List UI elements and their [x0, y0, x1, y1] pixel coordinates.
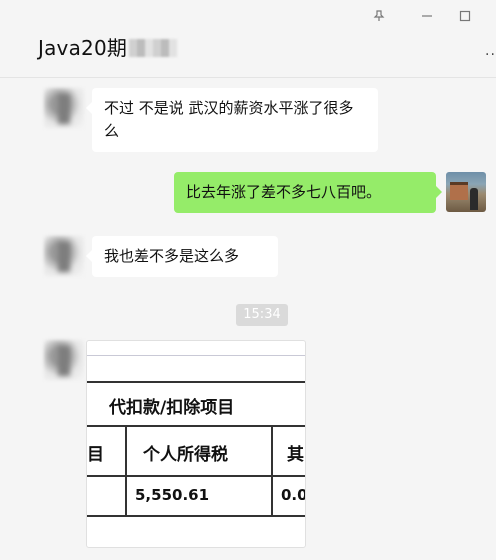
sender-avatar[interactable]	[44, 340, 84, 380]
chat-header: Java20期 ···	[0, 0, 496, 78]
message-text: 不过 不是说 武汉的薪资水平涨了很多么	[104, 99, 354, 140]
message-text: 我也差不多是这么多	[104, 247, 240, 265]
more-options-icon[interactable]: ···	[485, 47, 496, 63]
sender-avatar[interactable]	[44, 236, 84, 276]
table-top-border	[87, 381, 305, 383]
chat-title: Java20期	[38, 32, 178, 61]
table-header-cell: 其	[287, 445, 304, 465]
table-column-border	[125, 427, 127, 517]
message-bubble-received: 我也差不多是这么多	[86, 236, 278, 277]
timestamp: 15:34	[236, 304, 288, 326]
message-bubble-received: 不过 不是说 武汉的薪资水平涨了很多么	[86, 88, 378, 152]
message-bubble-sent: 比去年涨了差不多七八百吧。	[174, 172, 442, 213]
table-cell-value: 0.0	[281, 486, 306, 504]
table-row-border	[87, 425, 305, 427]
table-header-cell: 目	[87, 445, 104, 465]
pin-icon[interactable]	[370, 8, 388, 24]
maximize-icon[interactable]	[456, 8, 474, 24]
sender-avatar[interactable]	[44, 88, 84, 128]
document-rule	[87, 355, 305, 356]
table-row-border	[87, 515, 305, 517]
table-heading: 代扣款/扣除项目	[109, 398, 235, 418]
table-cell-value: 5,550.61	[135, 486, 210, 504]
table-column-border	[271, 427, 273, 517]
redacted-title-suffix	[129, 39, 178, 57]
table-row-border	[87, 475, 305, 477]
minimize-icon[interactable]	[418, 8, 436, 24]
image-message[interactable]: 代扣款/扣除项目 目 个人所得税 其 5,550.61 0.0	[86, 340, 306, 548]
my-avatar[interactable]	[446, 172, 486, 212]
table-header-cell: 个人所得税	[143, 445, 228, 465]
message-text: 比去年涨了差不多七八百吧。	[186, 183, 382, 201]
